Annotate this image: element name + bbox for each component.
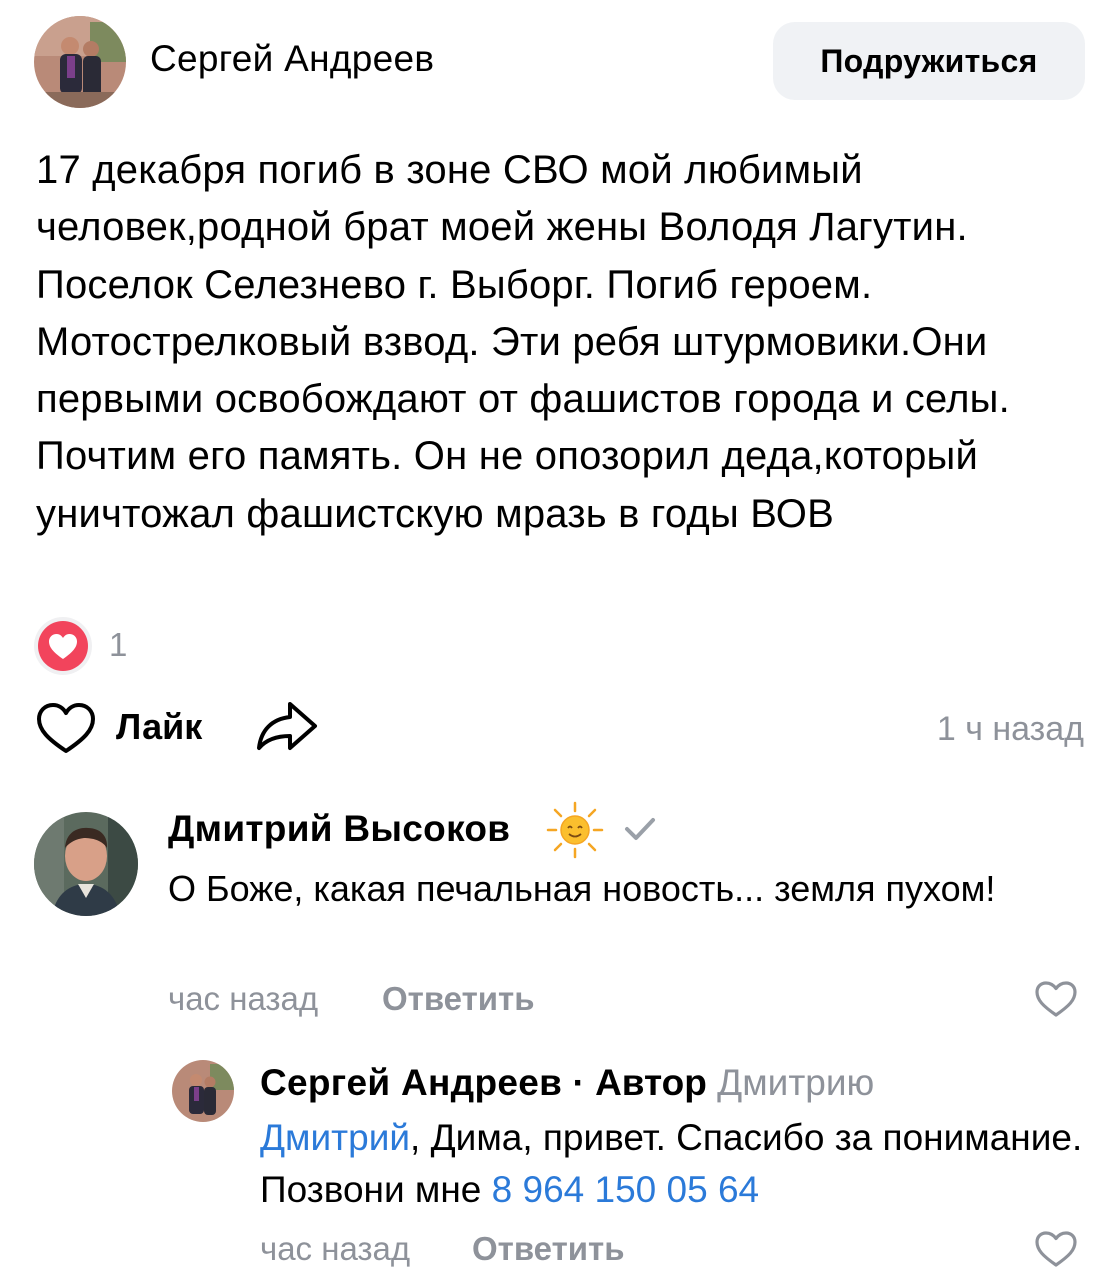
heart-icon xyxy=(49,633,77,659)
reaction-count[interactable]: 1 xyxy=(109,626,127,664)
author-avatar[interactable] xyxy=(34,16,126,108)
reply-author-avatar[interactable] xyxy=(172,1060,234,1122)
reply-timestamp: час назад xyxy=(260,1230,411,1267)
add-friend-button[interactable]: Подружиться xyxy=(773,22,1085,100)
checkmark-icon xyxy=(625,818,655,840)
post-timestamp: 1 ч назад xyxy=(936,710,1084,748)
commenter-avatar[interactable] xyxy=(34,812,138,916)
commenter-name[interactable]: Дмитрий Высоков xyxy=(168,808,510,850)
separator-dot: · xyxy=(562,1062,596,1103)
reply-button[interactable]: Ответить xyxy=(382,980,535,1018)
author-tag: Автор xyxy=(595,1062,707,1103)
reply-author-name[interactable]: Сергей Андреев xyxy=(260,1062,562,1103)
comment-text: О Боже, какая печальная новость... земля… xyxy=(168,868,996,909)
share-icon[interactable] xyxy=(256,700,318,752)
comment-timestamp: час назад xyxy=(168,980,319,1017)
heart-outline-icon[interactable] xyxy=(36,702,96,754)
like-comment-heart-icon[interactable] xyxy=(1034,980,1078,1018)
reply-button[interactable]: Ответить xyxy=(472,1230,625,1268)
like-button[interactable]: Лайк xyxy=(116,706,202,748)
reaction-heart-badge[interactable] xyxy=(34,617,92,675)
post-text: 17 декабря погиб в зоне СВО мой любимый … xyxy=(36,148,1010,536)
like-comment-heart-icon[interactable] xyxy=(1034,1230,1078,1268)
phone-link[interactable]: 8 964 150 05 64 xyxy=(492,1169,759,1210)
sun-emoji-icon xyxy=(546,801,604,859)
reply-header: Сергей Андреев · Автор Дмитрию xyxy=(260,1062,874,1104)
reply-text: Дмитрий, Дима, привет. Спасибо за понима… xyxy=(260,1112,1100,1216)
reply-to-label[interactable]: Дмитрию xyxy=(717,1062,874,1103)
mention-link[interactable]: Дмитрий xyxy=(260,1117,410,1158)
post-author-name[interactable]: Сергей Андреев xyxy=(150,38,434,80)
